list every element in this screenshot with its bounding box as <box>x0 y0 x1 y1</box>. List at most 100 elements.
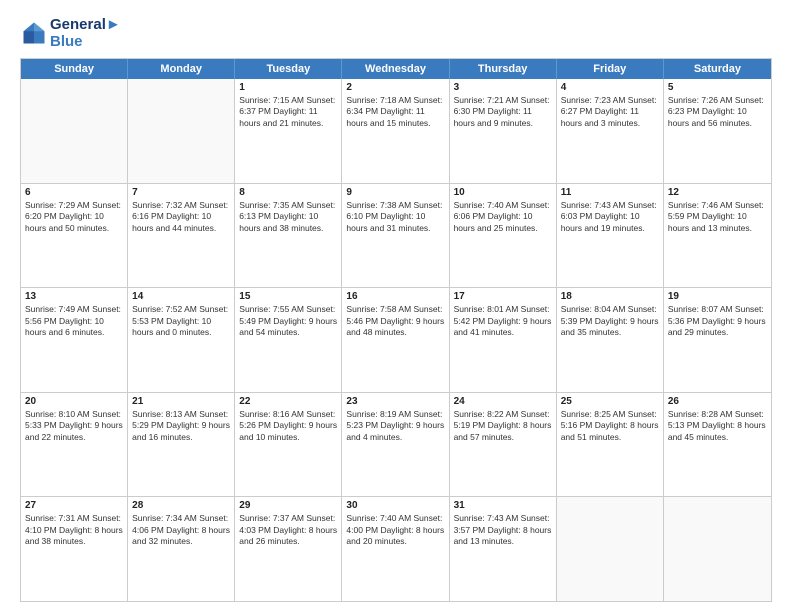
day-number: 26 <box>668 396 767 407</box>
calendar-row-5: 27 Sunrise: 7:31 AM Sunset: 4:10 PM Dayli… <box>21 497 771 601</box>
cell-content: Sunrise: 8:07 AM Sunset: 5:36 PM Dayligh… <box>668 304 767 338</box>
header-day-saturday: Saturday <box>664 59 771 79</box>
cell-content: Sunrise: 7:40 AM Sunset: 4:00 PM Dayligh… <box>346 513 444 547</box>
calendar-header: SundayMondayTuesdayWednesdayThursdayFrid… <box>21 59 771 79</box>
header-day-thursday: Thursday <box>450 59 557 79</box>
calendar-cell-17: 17 Sunrise: 8:01 AM Sunset: 5:42 PM Dayli… <box>450 288 557 392</box>
day-number: 25 <box>561 396 659 407</box>
cell-content: Sunrise: 7:31 AM Sunset: 4:10 PM Dayligh… <box>25 513 123 547</box>
day-number: 2 <box>346 82 444 93</box>
day-number: 24 <box>454 396 552 407</box>
calendar-row-4: 20 Sunrise: 8:10 AM Sunset: 5:33 PM Dayli… <box>21 393 771 498</box>
cell-content: Sunrise: 7:35 AM Sunset: 6:13 PM Dayligh… <box>239 200 337 234</box>
header-day-monday: Monday <box>128 59 235 79</box>
cell-content: Sunrise: 7:38 AM Sunset: 6:10 PM Dayligh… <box>346 200 444 234</box>
calendar-cell-15: 15Sunrise: 7:55 AM Sunset: 5:49 PM Dayli… <box>235 288 342 392</box>
header: General► Blue <box>20 16 772 50</box>
calendar-cell-13: 13 Sunrise: 7:49 AM Sunset: 5:56 PM Dayli… <box>21 288 128 392</box>
day-number: 27 <box>25 500 123 511</box>
calendar-cell-25: 25 Sunrise: 8:25 AM Sunset: 5:16 PM Dayli… <box>557 393 664 497</box>
day-number: 13 <box>25 291 123 302</box>
calendar-cell-empty-0-0 <box>21 79 128 183</box>
day-number: 10 <box>454 187 552 198</box>
cell-content: Sunrise: 7:26 AM Sunset: 6:23 PM Dayligh… <box>668 95 767 129</box>
day-number: 1 <box>239 82 337 93</box>
day-number: 18 <box>561 291 659 302</box>
day-number: 7 <box>132 187 230 198</box>
day-number: 9 <box>346 187 444 198</box>
calendar-cell-16: 16 Sunrise: 7:58 AM Sunset: 5:46 PM Dayli… <box>342 288 449 392</box>
logo-text: General► Blue <box>50 16 121 50</box>
day-number: 22 <box>239 396 337 407</box>
calendar-cell-26: 26 Sunrise: 8:28 AM Sunset: 5:13 PM Dayli… <box>664 393 771 497</box>
day-number: 8 <box>239 187 337 198</box>
calendar-cell-8: 8 Sunrise: 7:35 AM Sunset: 6:13 PM Daylig… <box>235 184 342 288</box>
calendar-cell-11: 11Sunrise: 7:43 AM Sunset: 6:03 PM Dayli… <box>557 184 664 288</box>
calendar-cell-1: 1 Sunrise: 7:15 AM Sunset: 6:37 PM Daylig… <box>235 79 342 183</box>
calendar-cell-29: 29Sunrise: 7:37 AM Sunset: 4:03 PM Dayli… <box>235 497 342 601</box>
calendar-cell-30: 30 Sunrise: 7:40 AM Sunset: 4:00 PM Dayli… <box>342 497 449 601</box>
page: General► Blue SundayMondayTuesdayWednesd… <box>0 0 792 612</box>
calendar-cell-18: 18Sunrise: 8:04 AM Sunset: 5:39 PM Dayli… <box>557 288 664 392</box>
calendar-cell-27: 27 Sunrise: 7:31 AM Sunset: 4:10 PM Dayli… <box>21 497 128 601</box>
day-number: 17 <box>454 291 552 302</box>
day-number: 3 <box>454 82 552 93</box>
calendar-cell-empty-4-6 <box>664 497 771 601</box>
cell-content: Sunrise: 7:23 AM Sunset: 6:27 PM Dayligh… <box>561 95 659 129</box>
cell-content: Sunrise: 7:46 AM Sunset: 5:59 PM Dayligh… <box>668 200 767 234</box>
cell-content: Sunrise: 7:58 AM Sunset: 5:46 PM Dayligh… <box>346 304 444 338</box>
cell-content: Sunrise: 7:18 AM Sunset: 6:34 PM Dayligh… <box>346 95 444 129</box>
calendar-body: 1 Sunrise: 7:15 AM Sunset: 6:37 PM Daylig… <box>21 79 771 601</box>
day-number: 15 <box>239 291 337 302</box>
day-number: 4 <box>561 82 659 93</box>
calendar-cell-empty-0-1 <box>128 79 235 183</box>
calendar-row-3: 13 Sunrise: 7:49 AM Sunset: 5:56 PM Dayli… <box>21 288 771 393</box>
day-number: 28 <box>132 500 230 511</box>
calendar: SundayMondayTuesdayWednesdayThursdayFrid… <box>20 58 772 602</box>
cell-content: Sunrise: 7:21 AM Sunset: 6:30 PM Dayligh… <box>454 95 552 129</box>
cell-content: Sunrise: 7:15 AM Sunset: 6:37 PM Dayligh… <box>239 95 337 129</box>
cell-content: Sunrise: 7:34 AM Sunset: 4:06 PM Dayligh… <box>132 513 230 547</box>
calendar-cell-empty-4-5 <box>557 497 664 601</box>
day-number: 21 <box>132 396 230 407</box>
cell-content: Sunrise: 8:01 AM Sunset: 5:42 PM Dayligh… <box>454 304 552 338</box>
calendar-cell-23: 23Sunrise: 8:19 AM Sunset: 5:23 PM Dayli… <box>342 393 449 497</box>
calendar-cell-21: 21 Sunrise: 8:13 AM Sunset: 5:29 PM Dayli… <box>128 393 235 497</box>
cell-content: Sunrise: 7:43 AM Sunset: 3:57 PM Dayligh… <box>454 513 552 547</box>
cell-content: Sunrise: 8:28 AM Sunset: 5:13 PM Dayligh… <box>668 409 767 443</box>
calendar-cell-28: 28 Sunrise: 7:34 AM Sunset: 4:06 PM Dayli… <box>128 497 235 601</box>
day-number: 12 <box>668 187 767 198</box>
calendar-cell-31: 31Sunrise: 7:43 AM Sunset: 3:57 PM Dayli… <box>450 497 557 601</box>
cell-content: Sunrise: 8:22 AM Sunset: 5:19 PM Dayligh… <box>454 409 552 443</box>
cell-content: Sunrise: 7:37 AM Sunset: 4:03 PM Dayligh… <box>239 513 337 547</box>
calendar-cell-20: 20 Sunrise: 8:10 AM Sunset: 5:33 PM Dayli… <box>21 393 128 497</box>
day-number: 20 <box>25 396 123 407</box>
cell-content: Sunrise: 8:10 AM Sunset: 5:33 PM Dayligh… <box>25 409 123 443</box>
cell-content: Sunrise: 8:19 AM Sunset: 5:23 PM Dayligh… <box>346 409 444 443</box>
cell-content: Sunrise: 7:49 AM Sunset: 5:56 PM Dayligh… <box>25 304 123 338</box>
day-number: 30 <box>346 500 444 511</box>
cell-content: Sunrise: 7:32 AM Sunset: 6:16 PM Dayligh… <box>132 200 230 234</box>
calendar-cell-5: 5 Sunrise: 7:26 AM Sunset: 6:23 PM Daylig… <box>664 79 771 183</box>
cell-content: Sunrise: 8:13 AM Sunset: 5:29 PM Dayligh… <box>132 409 230 443</box>
day-number: 5 <box>668 82 767 93</box>
calendar-cell-4: 4 Sunrise: 7:23 AM Sunset: 6:27 PM Daylig… <box>557 79 664 183</box>
day-number: 11 <box>561 187 659 198</box>
header-day-sunday: Sunday <box>21 59 128 79</box>
calendar-cell-7: 7 Sunrise: 7:32 AM Sunset: 6:16 PM Daylig… <box>128 184 235 288</box>
cell-content: Sunrise: 7:29 AM Sunset: 6:20 PM Dayligh… <box>25 200 123 234</box>
cell-content: Sunrise: 8:25 AM Sunset: 5:16 PM Dayligh… <box>561 409 659 443</box>
calendar-cell-3: 3 Sunrise: 7:21 AM Sunset: 6:30 PM Daylig… <box>450 79 557 183</box>
cell-content: Sunrise: 8:16 AM Sunset: 5:26 PM Dayligh… <box>239 409 337 443</box>
calendar-cell-2: 2 Sunrise: 7:18 AM Sunset: 6:34 PM Daylig… <box>342 79 449 183</box>
calendar-row-2: 6Sunrise: 7:29 AM Sunset: 6:20 PM Daylig… <box>21 184 771 289</box>
calendar-cell-12: 12 Sunrise: 7:46 AM Sunset: 5:59 PM Dayli… <box>664 184 771 288</box>
header-day-friday: Friday <box>557 59 664 79</box>
day-number: 19 <box>668 291 767 302</box>
logo-icon <box>20 19 48 47</box>
calendar-cell-9: 9 Sunrise: 7:38 AM Sunset: 6:10 PM Daylig… <box>342 184 449 288</box>
day-number: 16 <box>346 291 444 302</box>
header-day-tuesday: Tuesday <box>235 59 342 79</box>
cell-content: Sunrise: 7:40 AM Sunset: 6:06 PM Dayligh… <box>454 200 552 234</box>
calendar-cell-6: 6Sunrise: 7:29 AM Sunset: 6:20 PM Daylig… <box>21 184 128 288</box>
